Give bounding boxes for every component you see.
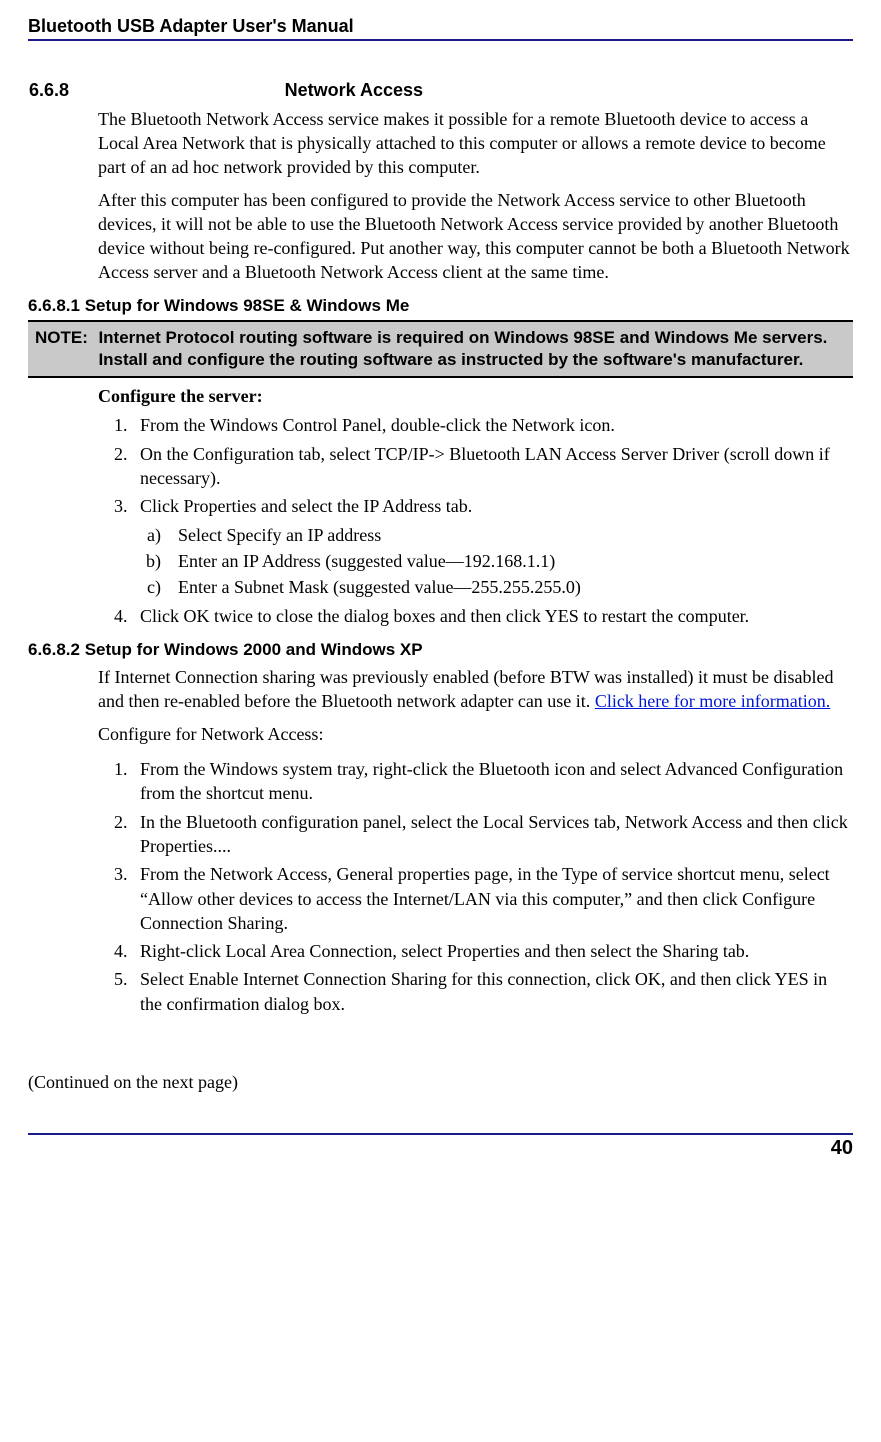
steps-6681: From the Windows Control Panel, double-c… xyxy=(98,413,853,627)
section-6682-intro: If Internet Connection sharing was previ… xyxy=(98,666,853,714)
section-668-para2: After this computer has been configured … xyxy=(98,189,853,284)
continued-note: (Continued on the next page) xyxy=(28,1072,853,1093)
step-3b: Enter an IP Address (suggested value—192… xyxy=(170,549,853,573)
section-title: Network Access xyxy=(284,79,853,102)
step-3-substeps: Select Specify an IP address Enter an IP… xyxy=(140,523,853,600)
note-label: NOTE: xyxy=(34,326,97,372)
header-title: Bluetooth USB Adapter User's Manual xyxy=(28,16,354,36)
more-info-link[interactable]: Click here for more information. xyxy=(595,691,830,711)
section-668-para1: The Bluetooth Network Access service mak… xyxy=(98,108,853,179)
section-668-header: 6.6.8 Network Access xyxy=(28,79,853,102)
section-6682-heading: 6.6.8.2 Setup for Windows 2000 and Windo… xyxy=(28,640,853,660)
step-3-text: Click Properties and select the IP Addre… xyxy=(140,496,472,516)
step-4: Click OK twice to close the dialog boxes… xyxy=(132,604,853,628)
configure-server-label: Configure the server: xyxy=(98,386,853,407)
note-line1: Internet Protocol routing software is re… xyxy=(98,327,846,349)
step-2: On the Configuration tab, select TCP/IP-… xyxy=(132,442,853,491)
note-line2: Install and configure the routing softwa… xyxy=(98,349,846,371)
page-number: 40 xyxy=(831,1137,853,1159)
xp-step-2: In the Bluetooth configuration panel, se… xyxy=(132,810,853,859)
xp-step-4: Right-click Local Area Connection, selec… xyxy=(132,939,853,963)
configure-network-label: Configure for Network Access: xyxy=(98,723,853,747)
section-number: 6.6.8 xyxy=(28,79,284,102)
note-box: NOTE: Internet Protocol routing software… xyxy=(28,320,853,378)
step-3c: Enter a Subnet Mask (suggested value—255… xyxy=(170,575,853,599)
xp-step-5: Select Enable Internet Connection Sharin… xyxy=(132,967,853,1016)
steps-6682: From the Windows system tray, right-clic… xyxy=(98,757,853,1016)
section-6681-heading: 6.6.8.1 Setup for Windows 98SE & Windows… xyxy=(28,296,853,316)
step-1: From the Windows Control Panel, double-c… xyxy=(132,413,853,437)
step-3: Click Properties and select the IP Addre… xyxy=(132,494,853,599)
step-3a: Select Specify an IP address xyxy=(170,523,853,547)
xp-step-1: From the Windows system tray, right-clic… xyxy=(132,757,853,806)
xp-step-3: From the Network Access, General propert… xyxy=(132,862,853,935)
